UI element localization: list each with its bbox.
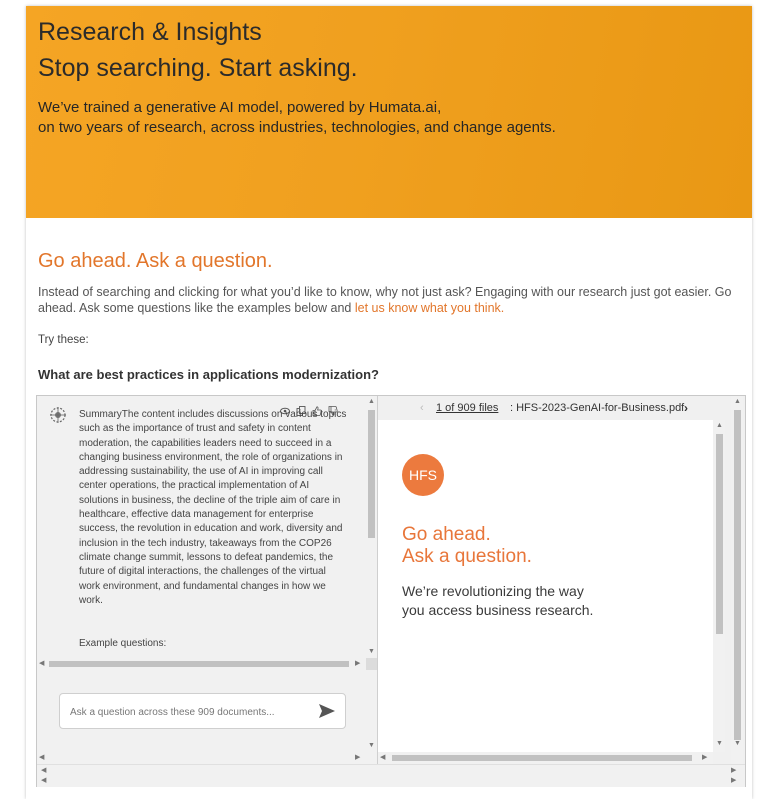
- scroll-right-icon[interactable]: ▶: [731, 767, 736, 775]
- hfs-logo: HFS: [402, 454, 444, 496]
- try-these-label: Try these:: [38, 334, 89, 346]
- file-name: : HFS-2023-GenAI-for-Business.pdf: [510, 402, 685, 414]
- pdf-page: HFS Go ahead. Ask a question. We’re revo…: [378, 420, 713, 752]
- scroll-left-icon[interactable]: ◀: [380, 754, 385, 762]
- question-input[interactable]: [68, 702, 312, 722]
- chat-scroll-thumb[interactable]: [368, 410, 375, 538]
- scroll-left-icon[interactable]: ◀: [41, 767, 46, 775]
- hero-subtitle-line2: on two years of research, across industr…: [38, 119, 556, 136]
- scroll-down-icon[interactable]: ▼: [716, 740, 723, 748]
- document-vertical-scrollbar[interactable]: ▲ ▼: [713, 420, 725, 752]
- chat-bottom-scrollbar[interactable]: ◀ ▶: [37, 752, 377, 764]
- hero-tagline: Stop searching. Start asking.: [38, 54, 358, 82]
- hero-title: Research & Insights: [38, 18, 262, 46]
- document-body-line2: you access business research.: [402, 602, 594, 618]
- chat-pane: SummaryThe content includes discussions …: [37, 396, 378, 786]
- hero-subtitle: We’ve trained a generative AI model, pow…: [38, 98, 738, 138]
- scrollbar-corner: [366, 658, 377, 670]
- chat-hscroll-thumb[interactable]: [49, 661, 349, 667]
- document-body: We’re revolutionizing the way you access…: [402, 582, 593, 620]
- scroll-up-icon[interactable]: ▲: [716, 422, 723, 430]
- outer-vertical-scrollbar[interactable]: ▲ ▼: [731, 396, 743, 786]
- example-question[interactable]: What are best practices in applications …: [38, 367, 379, 382]
- humata-widget: SummaryThe content includes discussions …: [36, 395, 746, 787]
- document-horizontal-scrollbar[interactable]: ◀ ▶: [378, 752, 713, 764]
- feedback-link[interactable]: let us know what you think.: [355, 301, 504, 315]
- send-icon[interactable]: [317, 702, 337, 720]
- document-viewer: ‹ 1 of 909 files : HFS-2023-GenAI-for-Bu…: [378, 396, 745, 786]
- scroll-right-icon[interactable]: ▶: [355, 754, 360, 762]
- previous-file-icon[interactable]: ‹: [420, 396, 424, 420]
- scroll-left-icon[interactable]: ◀: [41, 777, 46, 785]
- scroll-left-icon[interactable]: ◀: [39, 754, 44, 762]
- scroll-left-icon[interactable]: ◀: [39, 660, 44, 668]
- document-scroll-thumb[interactable]: [716, 434, 723, 634]
- document-heading-line1: Go ahead.: [402, 524, 491, 545]
- scroll-up-icon[interactable]: ▲: [734, 398, 741, 406]
- ask-heading: Go ahead. Ask a question.: [38, 250, 273, 272]
- next-file-icon[interactable]: ›: [684, 396, 688, 420]
- scroll-down-icon[interactable]: ▼: [368, 742, 375, 750]
- document-body-line1: We’re revolutionizing the way: [402, 583, 584, 599]
- hero-subtitle-line1: We’ve trained a generative AI model, pow…: [38, 99, 442, 116]
- scroll-right-icon[interactable]: ▶: [702, 754, 707, 762]
- scroll-down-icon[interactable]: ▼: [734, 740, 741, 748]
- scroll-down-icon[interactable]: ▼: [368, 648, 375, 656]
- scroll-right-icon[interactable]: ▶: [731, 777, 736, 785]
- chat-lower-scrollbar[interactable]: ▼: [366, 670, 377, 752]
- file-count-link[interactable]: 1 of 909 files: [436, 396, 498, 420]
- example-questions-label: Example questions:: [79, 638, 167, 649]
- scroll-up-icon[interactable]: ▲: [368, 398, 375, 406]
- document-heading: Go ahead. Ask a question.: [402, 524, 532, 568]
- bot-avatar-icon: [50, 407, 66, 423]
- chat-message-area: SummaryThe content includes discussions …: [37, 396, 367, 658]
- chat-horizontal-scrollbar[interactable]: ◀ ▶: [37, 658, 366, 670]
- document-heading-line2: Ask a question.: [402, 546, 532, 567]
- outer-scroll-thumb[interactable]: [734, 410, 741, 740]
- document-nav: ‹ 1 of 909 files : HFS-2023-GenAI-for-Bu…: [378, 396, 718, 420]
- document-hscroll-thumb[interactable]: [392, 755, 692, 761]
- question-input-box: [59, 693, 346, 729]
- scroll-right-icon[interactable]: ▶: [355, 660, 360, 668]
- intro-paragraph: Instead of searching and clicking for wh…: [38, 284, 738, 316]
- widget-bottom-scrollbar[interactable]: ◀ ◀ ▶ ▶: [37, 764, 745, 787]
- summary-message: SummaryThe content includes discussions …: [79, 409, 347, 606]
- chat-vertical-scrollbar[interactable]: ▲ ▼: [366, 396, 377, 658]
- hero-banner: Research & Insights Stop searching. Star…: [26, 6, 752, 218]
- page-container: Research & Insights Stop searching. Star…: [26, 6, 752, 799]
